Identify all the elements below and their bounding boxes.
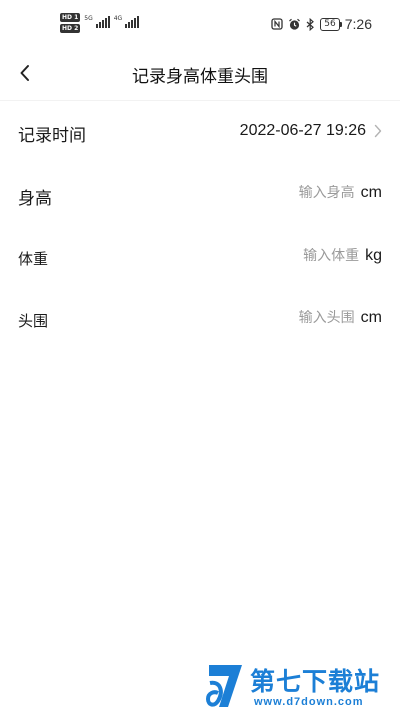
height-unit: cm — [360, 184, 382, 201]
weight-unit: kg — [365, 247, 382, 264]
head-circumference-row: 头围 cm — [0, 300, 400, 340]
app-header: 记录身高体重头围 — [0, 50, 400, 100]
head-circumference-input[interactable] — [264, 310, 355, 326]
nfc-icon — [271, 18, 283, 30]
watermark-url: www.d7down.com — [254, 696, 364, 708]
weight-label: 体重 — [18, 250, 49, 268]
battery-icon: 56 — [320, 17, 343, 31]
weight-input-group: kg — [269, 247, 382, 265]
record-time-value[interactable]: 2022-06-27 19:26 — [240, 122, 366, 140]
height-input-group: cm — [264, 184, 382, 202]
status-bar: HD 1 HD 2 5G 4G 56 7:26 — [0, 0, 400, 50]
height-label: 身高 — [18, 189, 52, 209]
system-icons: 56 7:26 — [271, 16, 372, 32]
hd-badge-sim1: HD 1 — [60, 13, 81, 22]
network-label-sim2: 4G — [113, 15, 123, 22]
weight-input[interactable] — [269, 248, 360, 264]
record-time-row[interactable]: 记录时间 2022-06-27 19:26 — [0, 112, 400, 152]
height-row: 身高 cm — [0, 175, 400, 215]
watermark: 第七下载站 www.d7down.com — [206, 660, 396, 710]
sim-badges: HD 1 HD 2 — [60, 13, 81, 33]
head-circumference-label: 头围 — [18, 312, 49, 330]
network-label-sim1: 5G — [84, 15, 93, 22]
head-circumference-unit: cm — [360, 309, 382, 326]
signal-bars-icon — [95, 15, 110, 28]
hd-badge-sim2: HD 2 — [60, 24, 81, 33]
height-input[interactable] — [264, 185, 355, 201]
signal-area: HD 1 HD 2 5G 4G — [60, 13, 140, 33]
page-title: 记录身高体重头围 — [132, 67, 268, 87]
alarm-icon — [289, 18, 301, 30]
signal-sim2: 4G — [113, 15, 140, 28]
watermark-brand: 第七下载站 — [250, 667, 381, 696]
signal-bars-icon — [125, 15, 140, 28]
record-time-label: 记录时间 — [18, 126, 86, 146]
clock: 7:26 — [344, 16, 372, 32]
weight-row: 体重 kg — [0, 238, 400, 278]
signal-sim1: 5G — [84, 15, 110, 28]
header-divider — [0, 100, 400, 101]
d7down-logo-icon — [206, 665, 242, 707]
chevron-right-icon — [374, 124, 382, 138]
head-circumference-input-group: cm — [264, 309, 382, 327]
bluetooth-icon — [306, 17, 315, 31]
